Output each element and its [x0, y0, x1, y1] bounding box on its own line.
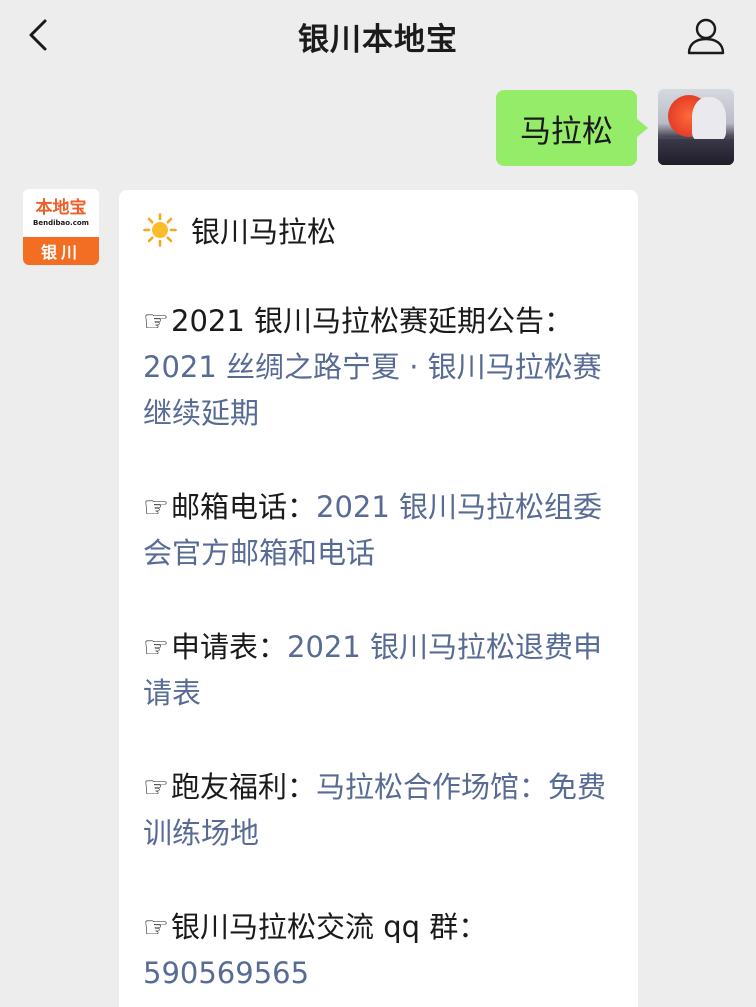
sun-icon — [143, 213, 177, 247]
list-item: ☞邮箱电话：2021 银川马拉松组委会官方邮箱和电话 — [143, 484, 616, 576]
bot-avatar[interactable]: 本地宝 Bendibao.com 银川 — [23, 189, 99, 265]
pointing-hand-icon: ☞ — [143, 490, 169, 524]
outgoing-message-text: 马拉松 — [520, 113, 613, 150]
item-link[interactable]: 590569565 — [143, 956, 309, 990]
person-icon — [687, 18, 725, 55]
incoming-message-bubble: 银川马拉松 ☞2021 银川马拉松赛延期公告：2021 丝绸之路宁夏 · 银川马… — [119, 190, 638, 1007]
back-button[interactable] — [20, 14, 56, 56]
message-title: 银川马拉松 — [191, 215, 337, 249]
chevron-left-icon — [29, 19, 47, 51]
item-label: 2021 银川马拉松赛延期公告： — [171, 304, 574, 338]
item-label: 申请表： — [171, 630, 288, 664]
list-item: ☞2021 银川马拉松赛延期公告： 2021 丝绸之路宁夏 · 银川马拉松赛继续延… — [143, 298, 616, 436]
item-label: 跑友福利： — [171, 770, 317, 804]
list-item: ☞跑友福利：马拉松合作场馆：免费训练场地 — [143, 764, 616, 856]
item-label: 银川马拉松交流 qq 群： — [171, 910, 488, 944]
nav-bar: 银川本地宝 — [0, 0, 756, 72]
page-title: 银川本地宝 — [298, 21, 458, 58]
pointing-hand-icon: ☞ — [143, 910, 169, 944]
bot-city-label: 银川 — [23, 237, 99, 265]
pointing-hand-icon: ☞ — [143, 770, 169, 804]
pointing-hand-icon: ☞ — [143, 304, 169, 338]
list-item: ☞申请表：2021 银川马拉松退费申请表 — [143, 624, 616, 716]
bot-logo-text: 本地宝 — [35, 198, 87, 218]
message-title-row: 银川马拉松 — [143, 210, 616, 250]
item-label: 邮箱电话： — [171, 490, 317, 524]
item-link[interactable]: 2021 丝绸之路宁夏 · 银川马拉松赛继续延期 — [143, 350, 602, 430]
profile-button[interactable] — [684, 14, 728, 58]
bot-logo-url: Bendibao.com — [33, 219, 89, 227]
list-item: ☞银川马拉松交流 qq 群： 590569565 — [143, 904, 616, 996]
outgoing-message-bubble[interactable]: 马拉松 — [496, 90, 648, 166]
pointing-hand-icon: ☞ — [143, 630, 169, 664]
user-avatar[interactable] — [658, 89, 734, 165]
